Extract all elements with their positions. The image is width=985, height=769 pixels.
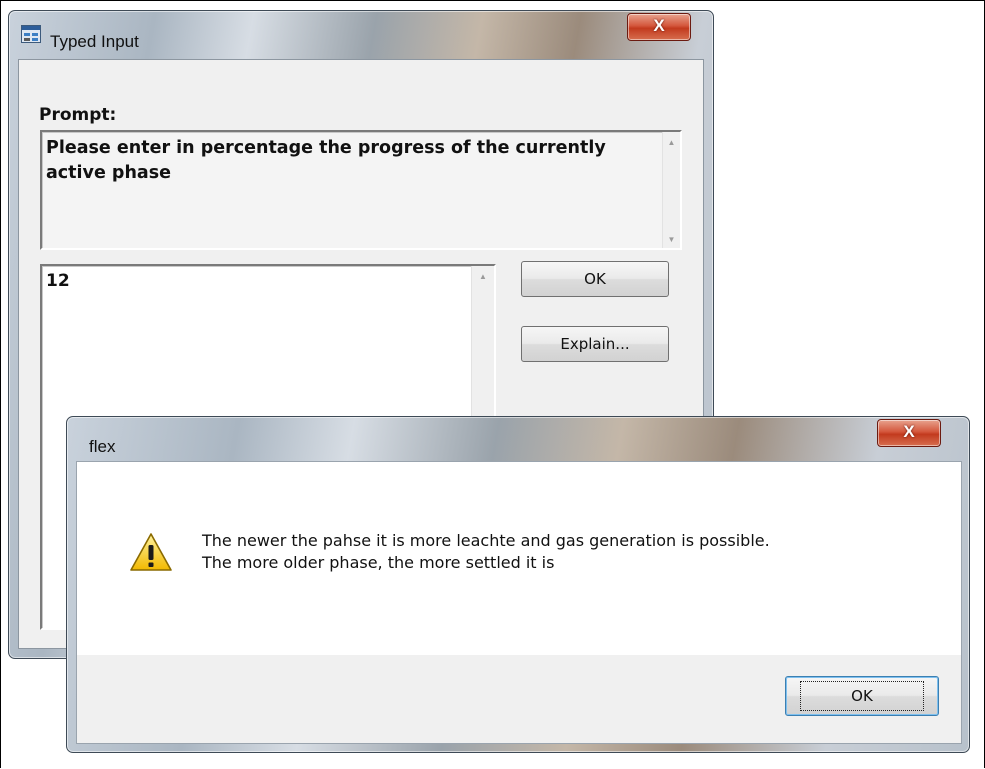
prompt-label: Prompt: (39, 105, 117, 125)
flex-message-line-2: The more older phase, the more settled i… (202, 553, 555, 572)
typed-input-title-bar[interactable]: Typed Input X (9, 11, 713, 55)
close-icon: X (903, 422, 915, 441)
scroll-up-arrow-icon[interactable]: ▲ (472, 272, 494, 281)
prompt-text-area[interactable]: Please enter in percentage the progress … (40, 130, 682, 250)
flex-title: flex (89, 437, 116, 456)
typed-input-close-button[interactable]: X (627, 13, 691, 41)
prompt-scrollbar[interactable]: ▲ ▼ (662, 132, 680, 248)
explain-button[interactable]: Explain... (521, 326, 669, 362)
flex-client-area: The newer the pahse it is more leachte a… (76, 461, 962, 744)
flex-dialog-window: flex X The newer the pahse it is more le… (66, 416, 970, 753)
prompt-text: Please enter in percentage the progress … (46, 138, 606, 183)
flex-close-button[interactable]: X (877, 419, 941, 447)
warning-icon (129, 532, 173, 572)
flex-ok-button[interactable]: OK (785, 676, 939, 716)
flex-message-line-1: The newer the pahse it is more leachte a… (202, 531, 770, 550)
close-icon: X (653, 16, 665, 35)
flex-title-bar[interactable]: flex X (67, 417, 969, 461)
typed-input-title: Typed Input (50, 32, 139, 51)
typed-input-ok-button[interactable]: OK (521, 261, 669, 297)
value-input-text: 12 (46, 271, 70, 291)
scroll-down-arrow-icon[interactable]: ▼ (663, 235, 680, 244)
flex-message-panel: The newer the pahse it is more leachte a… (77, 462, 961, 655)
flex-ok-label: OK (800, 681, 924, 711)
scroll-up-arrow-icon[interactable]: ▲ (663, 138, 680, 147)
typed-input-app-icon (21, 25, 41, 43)
